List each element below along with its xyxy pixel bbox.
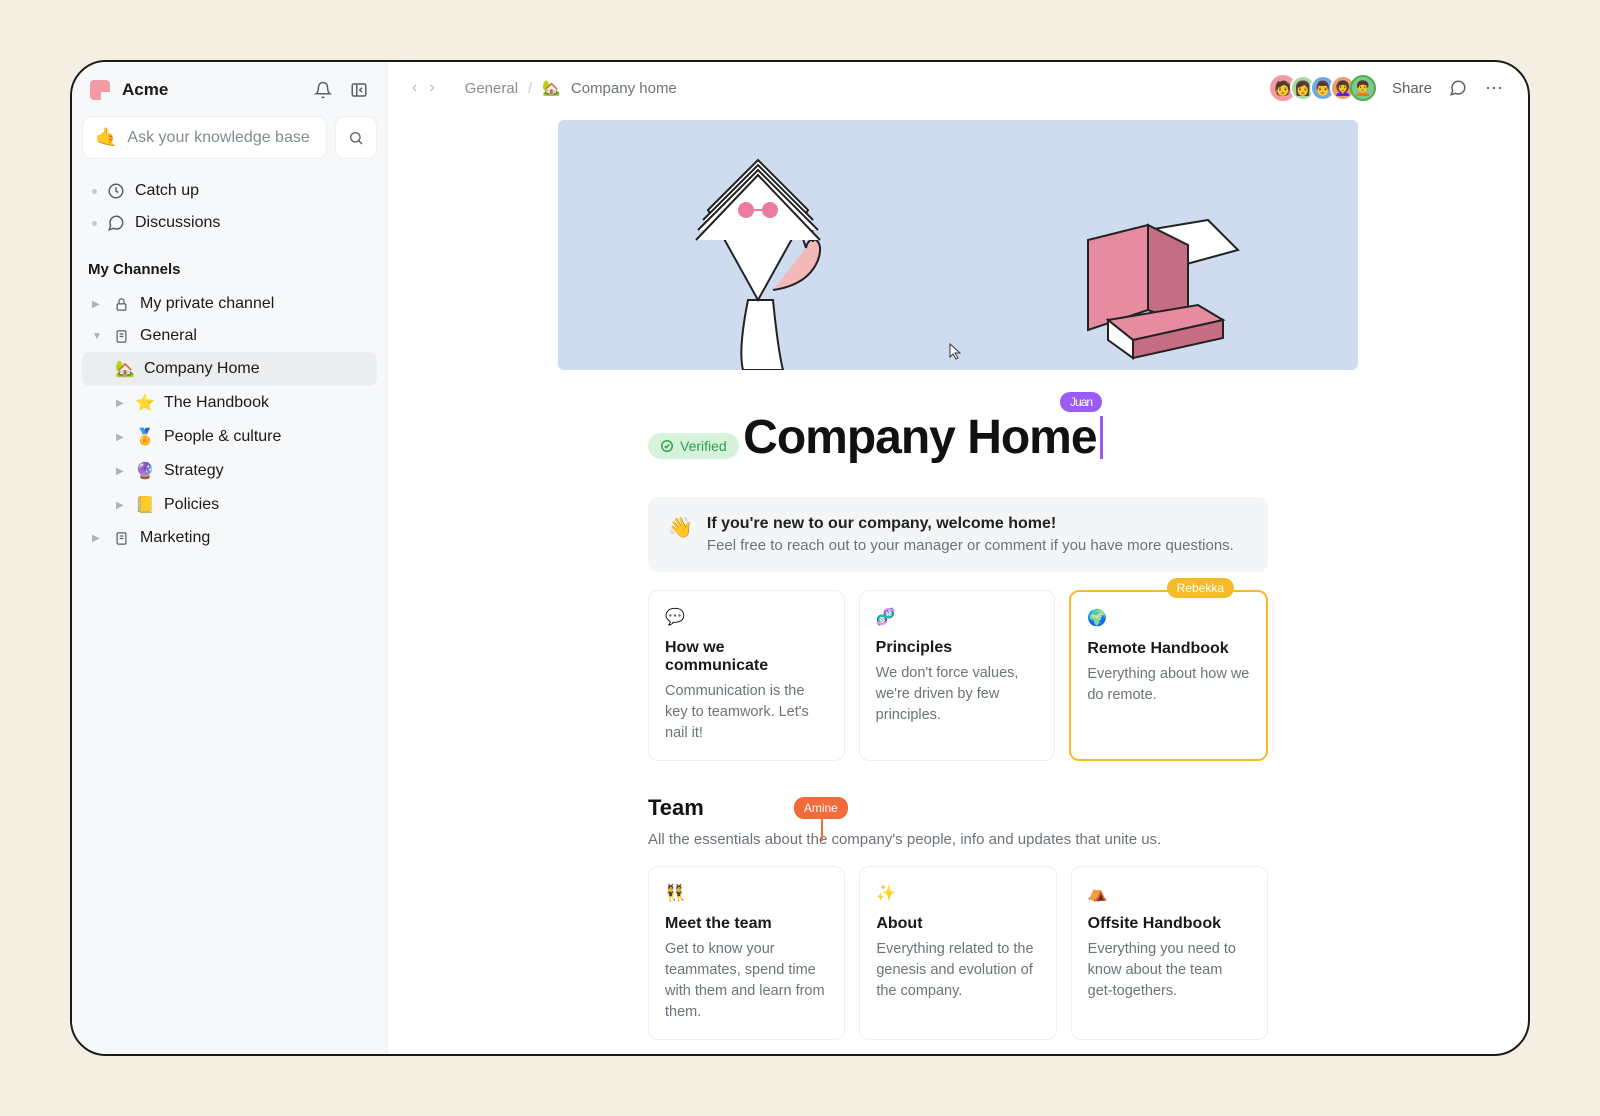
avatar[interactable]: 🧑‍🦱 bbox=[1350, 75, 1376, 101]
card-about[interactable]: ✨ About Everything related to the genesi… bbox=[859, 866, 1056, 1040]
page-company-home[interactable]: 🏡 Company Home bbox=[82, 352, 377, 386]
sidebar-header: Acme bbox=[82, 76, 377, 104]
card-icon: ✨ bbox=[876, 883, 1039, 903]
chat-icon bbox=[107, 214, 125, 232]
page-handbook[interactable]: ▶ ⭐ The Handbook bbox=[82, 386, 377, 420]
card-icon: 👯 bbox=[665, 883, 828, 903]
content: Verified Company Home Juan 👋 If you're n… bbox=[388, 114, 1528, 1054]
nav-catch-up[interactable]: Catch up bbox=[82, 175, 377, 207]
card-offsite[interactable]: ⛺ Offsite Handbook Everything you need t… bbox=[1071, 866, 1268, 1040]
share-button[interactable]: Share bbox=[1392, 80, 1432, 97]
breadcrumb-current: Company home bbox=[571, 80, 677, 97]
page-policies[interactable]: ▶ 📒 Policies bbox=[82, 488, 377, 522]
breadcrumb-emoji: 🏡 bbox=[542, 79, 561, 97]
chevron-down-icon: ▼ bbox=[92, 331, 102, 342]
collapse-sidebar-icon[interactable] bbox=[349, 80, 369, 100]
welcome-heading: If you're new to our company, welcome ho… bbox=[707, 515, 1056, 532]
section-subtitle: All the essentials about the company's p… bbox=[648, 831, 1268, 848]
breadcrumb-parent[interactable]: General bbox=[465, 80, 518, 97]
page-strategy[interactable]: ▶ 🔮 Strategy bbox=[82, 454, 377, 488]
card-icon: 🌍 bbox=[1087, 608, 1250, 628]
channel-private[interactable]: ▶ My private channel bbox=[82, 288, 377, 320]
comment-icon[interactable] bbox=[1448, 78, 1468, 98]
page-emoji: ⭐ bbox=[136, 393, 154, 413]
hero-image bbox=[558, 120, 1358, 370]
illustration-figure bbox=[648, 120, 868, 370]
card-remote-handbook[interactable]: Rebekka 🌍 Remote Handbook Everything abo… bbox=[1069, 590, 1268, 761]
presence-cursor: Juan bbox=[1100, 416, 1103, 459]
card-communicate[interactable]: 💬 How we communicate Communication is th… bbox=[648, 590, 845, 761]
presence-label: Amine bbox=[794, 797, 848, 819]
breadcrumb-separator: / bbox=[528, 80, 532, 97]
presence-label: Rebekka bbox=[1167, 578, 1234, 598]
section-heading-team: Team Amine bbox=[648, 795, 1268, 821]
card-icon: 🧬 bbox=[876, 607, 1039, 627]
search-placeholder: Ask your knowledge base bbox=[127, 129, 309, 147]
cursor-icon bbox=[948, 342, 963, 360]
card-principles[interactable]: 🧬 Principles We don't force values, we'r… bbox=[859, 590, 1056, 761]
illustration-books bbox=[1048, 190, 1268, 370]
page-people-culture[interactable]: ▶ 🏅 People & culture bbox=[82, 420, 377, 454]
card-icon: ⛺ bbox=[1088, 883, 1251, 903]
page-emoji: 🔮 bbox=[136, 461, 154, 481]
breadcrumb: General / 🏡 Company home bbox=[465, 79, 677, 97]
chevron-right-icon: ▶ bbox=[92, 533, 102, 544]
channel-marketing[interactable]: ▶ Marketing bbox=[82, 522, 377, 554]
nav-back-icon[interactable]: ‹ bbox=[412, 79, 417, 97]
card-icon: 💬 bbox=[665, 607, 828, 627]
app-window: Acme 🤙 Ask your knowledge base C bbox=[70, 60, 1530, 1056]
sidebar: Acme 🤙 Ask your knowledge base C bbox=[72, 62, 388, 1054]
chevron-right-icon: ▶ bbox=[116, 466, 126, 477]
verified-badge: Verified bbox=[648, 433, 739, 459]
presence-cursor bbox=[821, 819, 823, 841]
check-circle-icon bbox=[660, 439, 674, 453]
chevron-right-icon: ▶ bbox=[116, 500, 126, 511]
channel-general[interactable]: ▼ General bbox=[82, 320, 377, 352]
page-title[interactable]: Company Home Juan bbox=[743, 410, 1096, 465]
page-emoji: 🏡 bbox=[116, 359, 134, 379]
chevron-right-icon: ▶ bbox=[116, 398, 126, 409]
main: ‹ › General / 🏡 Company home 🧑 👩 👨 👩‍🦱 🧑… bbox=[388, 62, 1528, 1054]
wave-emoji: 👋 bbox=[668, 515, 693, 554]
presence-avatars[interactable]: 🧑 👩 👨 👩‍🦱 🧑‍🦱 bbox=[1270, 75, 1376, 101]
presence-label: Juan bbox=[1060, 392, 1102, 412]
page-emoji: 📒 bbox=[136, 495, 154, 515]
chevron-right-icon: ▶ bbox=[92, 299, 102, 310]
search-input[interactable]: 🤙 Ask your knowledge base bbox=[82, 116, 327, 159]
dot-indicator bbox=[92, 189, 97, 194]
welcome-callout: 👋 If you're new to our company, welcome … bbox=[648, 497, 1268, 572]
topbar: ‹ › General / 🏡 Company home 🧑 👩 👨 👩‍🦱 🧑… bbox=[388, 62, 1528, 114]
lock-icon bbox=[112, 297, 130, 312]
channels-label: My Channels bbox=[82, 239, 377, 288]
page-emoji: 🏅 bbox=[136, 427, 154, 447]
doc-icon bbox=[112, 329, 130, 344]
chevron-right-icon: ▶ bbox=[116, 432, 126, 443]
welcome-body: Feel free to reach out to your manager o… bbox=[707, 537, 1234, 554]
workspace-name[interactable]: Acme bbox=[122, 80, 301, 100]
nav-forward-icon[interactable]: › bbox=[429, 79, 434, 97]
hand-icon: 🤙 bbox=[95, 127, 117, 148]
more-icon[interactable]: ⋯ bbox=[1484, 78, 1504, 98]
doc-icon bbox=[112, 531, 130, 546]
clock-icon bbox=[107, 182, 125, 200]
logo-icon bbox=[90, 80, 110, 100]
search-button[interactable] bbox=[335, 116, 377, 159]
card-meet-team[interactable]: 👯 Meet the team Get to know your teammat… bbox=[648, 866, 845, 1040]
dot-indicator bbox=[92, 221, 97, 226]
nav-discussions[interactable]: Discussions bbox=[82, 207, 377, 239]
notifications-icon[interactable] bbox=[313, 80, 333, 100]
